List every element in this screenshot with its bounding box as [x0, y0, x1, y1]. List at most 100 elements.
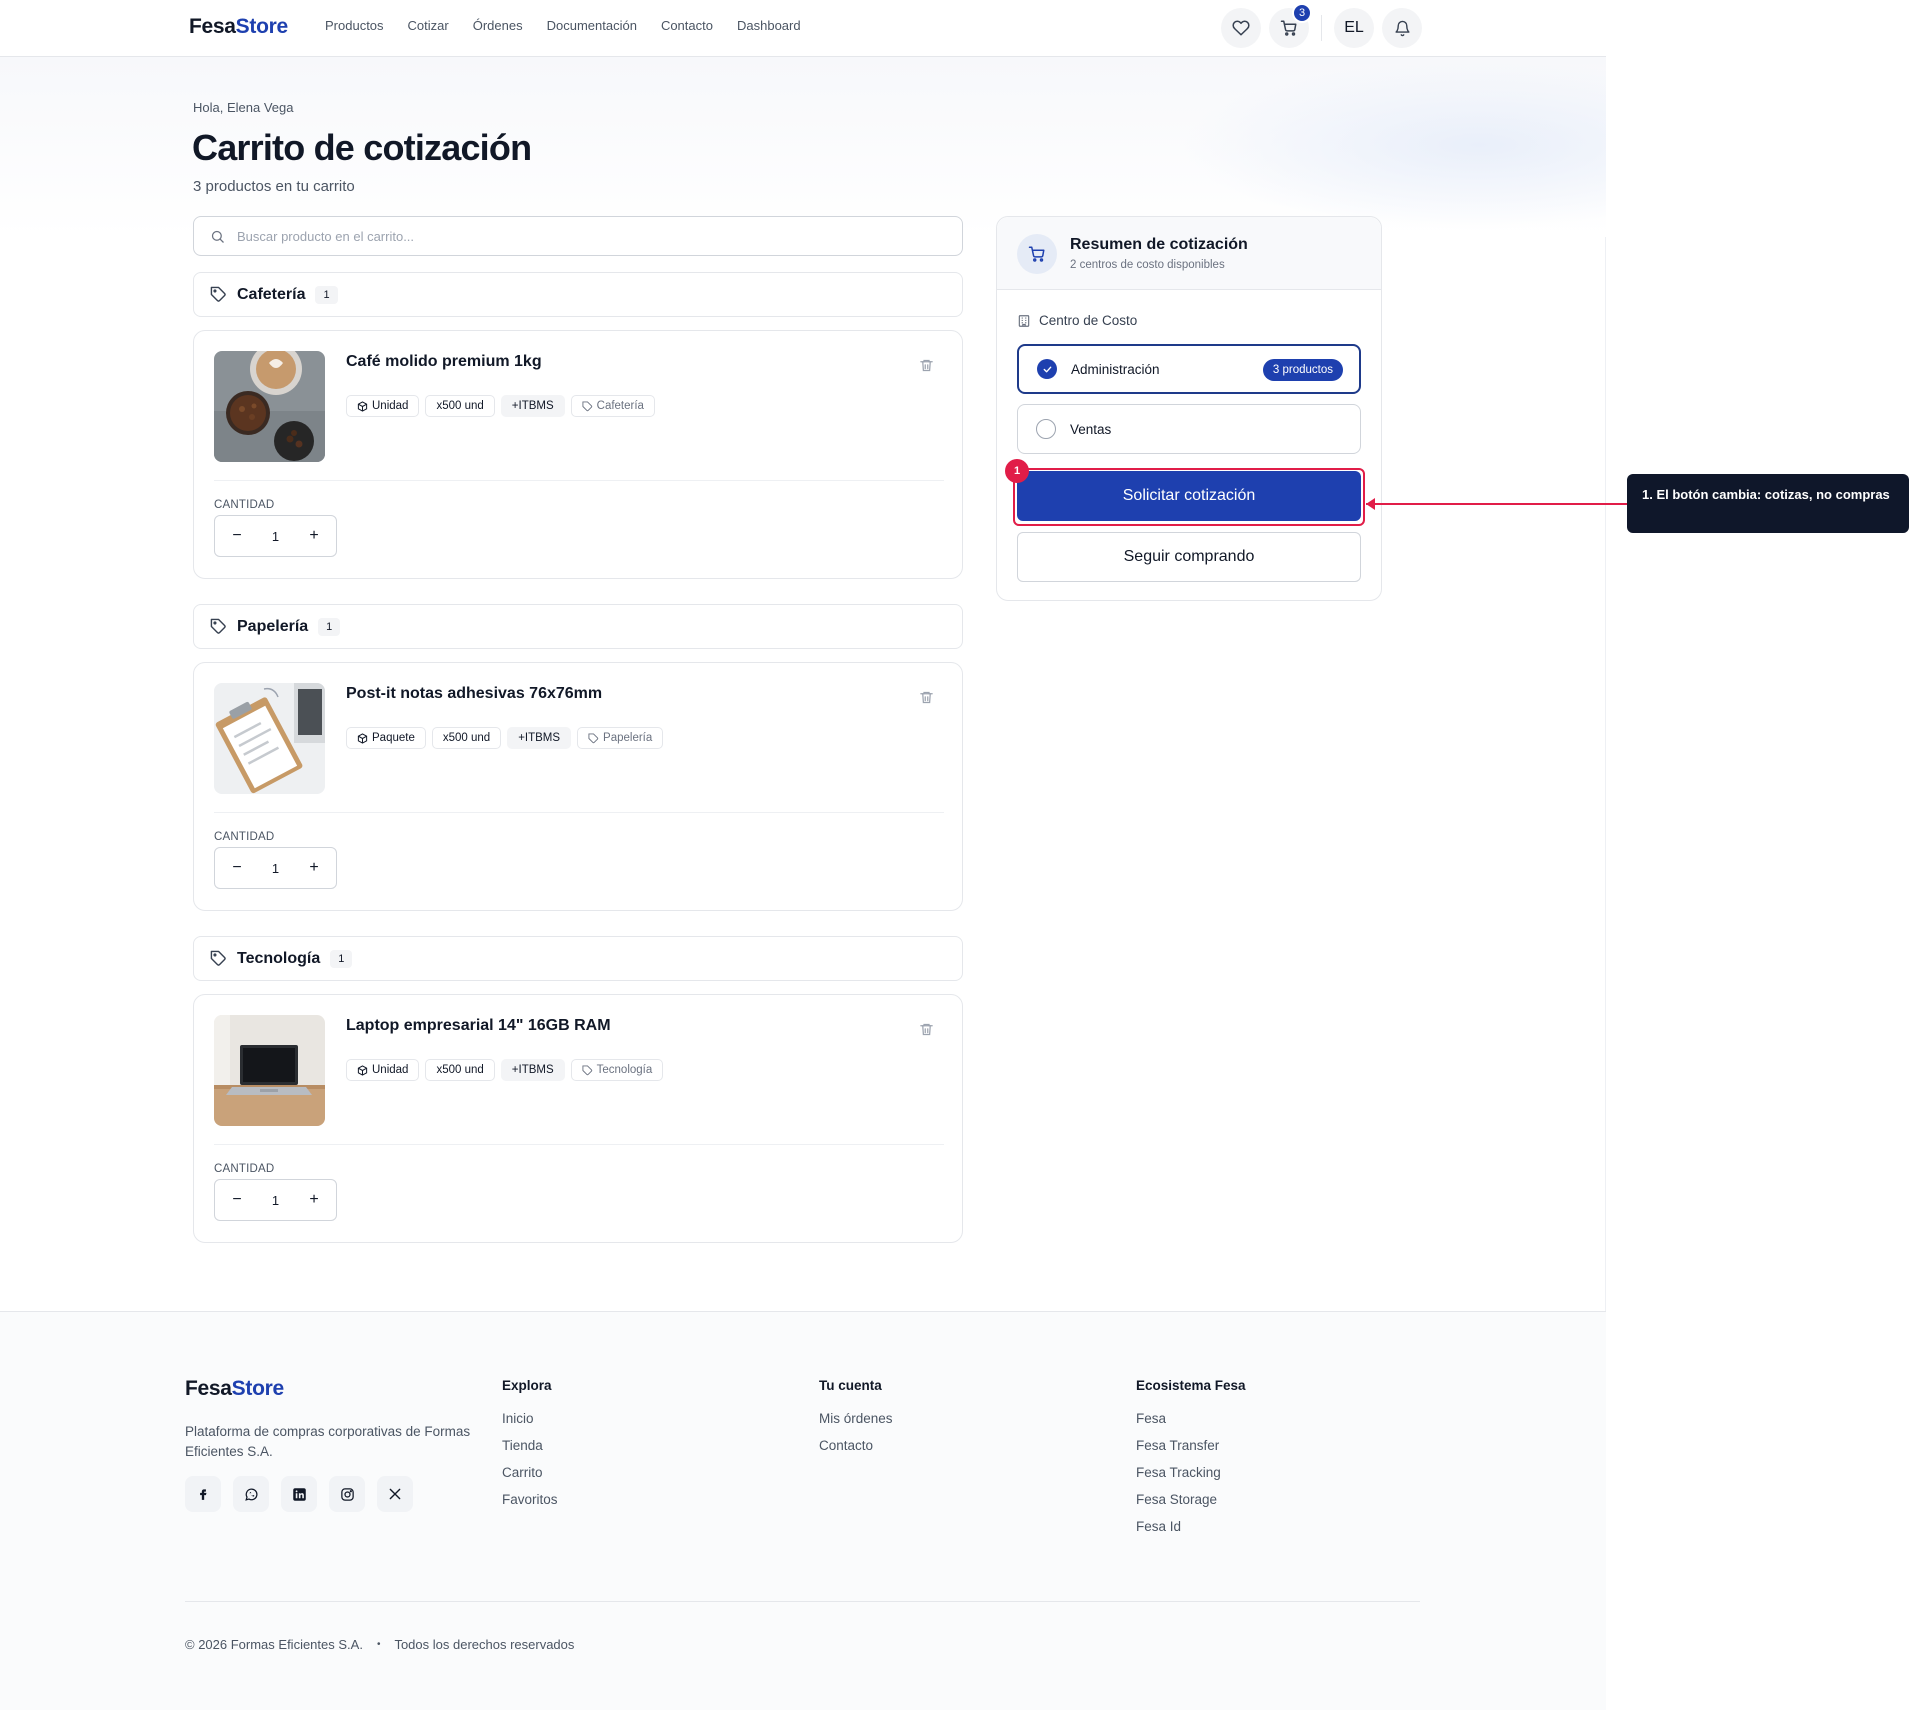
cart-button[interactable]: 3 [1269, 3, 1312, 48]
cart-icon [1280, 20, 1297, 36]
summary-header: Resumen de cotización 2 centros de costo… [997, 217, 1381, 290]
favorites-button[interactable] [1221, 8, 1261, 48]
product-tags: Unidad x500 und +ITBMS Cafetería [346, 395, 655, 417]
avatar[interactable]: EL [1334, 8, 1374, 48]
box-icon [357, 1064, 368, 1076]
footer-link-contacto[interactable]: Contacto [819, 1438, 893, 1453]
cost-center-option-ventas[interactable]: Ventas [1017, 404, 1361, 454]
building-icon [1018, 314, 1030, 327]
footer-column-tu-cuenta: Tu cuenta Mis órdenes Contacto [819, 1378, 893, 1465]
quantity-stepper: − 1 + [214, 515, 337, 557]
footer-link-fesa-id[interactable]: Fesa Id [1136, 1519, 1246, 1534]
header-divider [1321, 15, 1322, 41]
category-count: 1 [330, 949, 353, 968]
footer-link-fesa-storage[interactable]: Fesa Storage [1136, 1492, 1246, 1507]
remove-item-button[interactable] [919, 358, 934, 378]
nav-documentacion[interactable]: Documentación [547, 18, 637, 33]
nav-cotizar[interactable]: Cotizar [408, 18, 449, 33]
separator-dot: • [376, 1639, 381, 1650]
tax-tag: +ITBMS [500, 395, 565, 417]
annotation-marker: 1 [1005, 459, 1029, 483]
site-footer: FesaStore Plataforma de compras corporat… [0, 1311, 1606, 1710]
nav-productos[interactable]: Productos [325, 18, 384, 33]
app-root: FesaStore Productos Cotizar Órdenes Docu… [0, 0, 1606, 1710]
unit-tag: Unidad [346, 395, 420, 417]
product-card: Café molido premium 1kg Unidad x500 und … [193, 330, 963, 579]
category-tag: Tecnología [570, 1059, 664, 1081]
hero-glow [1180, 60, 1606, 230]
category-count: 1 [318, 617, 341, 636]
main-nav: Productos Cotizar Órdenes Documentación … [325, 18, 801, 33]
cost-center-name: Ventas [1070, 421, 1112, 437]
category-header-papeleria[interactable]: Papelería 1 [193, 604, 963, 649]
product-image-coffee [214, 351, 325, 462]
tax-tag: +ITBMS [507, 727, 572, 749]
tag-icon [588, 732, 599, 743]
decrease-quantity-button[interactable]: − [227, 1190, 247, 1210]
footer-link-fesa-transfer[interactable]: Fesa Transfer [1136, 1438, 1246, 1453]
tag-icon [582, 400, 592, 411]
category-header-tecnologia[interactable]: Tecnología 1 [193, 936, 963, 981]
footer-link-favoritos[interactable]: Favoritos [502, 1492, 558, 1507]
footer-link-mis-ordenes[interactable]: Mis órdenes [819, 1411, 893, 1426]
footer-description: Plataforma de compras corporativas de Fo… [185, 1424, 471, 1459]
decrease-quantity-button[interactable]: − [227, 526, 247, 546]
search-input[interactable] [237, 228, 917, 244]
notifications-button[interactable] [1382, 8, 1422, 48]
heart-icon [1232, 20, 1250, 36]
quantity-value[interactable]: 1 [272, 861, 279, 876]
continue-shopping-button[interactable]: Seguir comprando [1017, 532, 1361, 582]
x-icon[interactable] [377, 1476, 413, 1512]
tag-icon [210, 286, 226, 302]
check-circle-icon [1037, 359, 1057, 379]
whatsapp-icon[interactable] [233, 1476, 269, 1512]
unit-tag: Paquete [346, 727, 426, 749]
unit-tag: Unidad [346, 1059, 420, 1081]
footer-copyright: © 2026 Formas Eficientes S.A. • Todos lo… [185, 1637, 574, 1652]
quantity-value[interactable]: 1 [272, 529, 279, 544]
facebook-icon[interactable] [185, 1476, 221, 1512]
footer-link-inicio[interactable]: Inicio [502, 1411, 558, 1426]
quote-summary-panel: Resumen de cotización 2 centros de costo… [996, 216, 1382, 601]
summary-subtitle: 2 centros de costo disponibles [1070, 259, 1225, 271]
nav-contacto[interactable]: Contacto [661, 18, 713, 33]
tag-icon [210, 618, 226, 634]
product-name: Café molido premium 1kg [346, 353, 542, 370]
instagram-icon[interactable] [329, 1476, 365, 1512]
linkedin-icon[interactable] [281, 1476, 317, 1512]
footer-column-title: Ecosistema Fesa [1136, 1378, 1246, 1393]
footer-column-title: Tu cuenta [819, 1378, 882, 1393]
brand-logo[interactable]: FesaStore [189, 15, 288, 39]
category-tag: Papelería [577, 727, 664, 749]
footer-logo[interactable]: FesaStore [185, 1377, 284, 1401]
footer-link-carrito[interactable]: Carrito [502, 1465, 558, 1480]
nav-dashboard[interactable]: Dashboard [737, 18, 801, 33]
nav-ordenes[interactable]: Órdenes [473, 18, 523, 33]
increase-quantity-button[interactable]: + [304, 858, 324, 878]
quantity-value[interactable]: 1 [272, 1193, 279, 1208]
card-divider [214, 812, 944, 813]
quantity-label: CANTIDAD [214, 499, 275, 511]
copyright-text: © 2026 Formas Eficientes S.A. [185, 1637, 363, 1652]
increase-quantity-button[interactable]: + [304, 526, 324, 546]
remove-item-button[interactable] [919, 690, 934, 710]
tag-icon [210, 950, 226, 966]
footer-link-fesa-tracking[interactable]: Fesa Tracking [1136, 1465, 1246, 1480]
cost-center-option-administracion[interactable]: Administración 3 productos [1017, 344, 1361, 394]
footer-divider [185, 1601, 1420, 1602]
footer-link-tienda[interactable]: Tienda [502, 1438, 558, 1453]
pack-size-tag: x500 und [431, 727, 502, 749]
summary-title: Resumen de cotización [1070, 236, 1248, 253]
decrease-quantity-button[interactable]: − [227, 858, 247, 878]
footer-link-fesa[interactable]: Fesa [1136, 1411, 1246, 1426]
quantity-stepper: − 1 + [214, 847, 337, 889]
products-count-badge: 3 productos [1262, 359, 1343, 381]
remove-item-button[interactable] [919, 1022, 934, 1042]
greeting: Hola, Elena Vega [193, 100, 294, 115]
header-actions: 3 EL [1221, 3, 1422, 48]
increase-quantity-button[interactable]: + [304, 1190, 324, 1210]
cost-center-name: Administración [1071, 361, 1160, 377]
trash-icon [920, 691, 933, 704]
social-links [185, 1476, 413, 1512]
category-header-cafeteria[interactable]: Cafetería 1 [193, 272, 963, 317]
